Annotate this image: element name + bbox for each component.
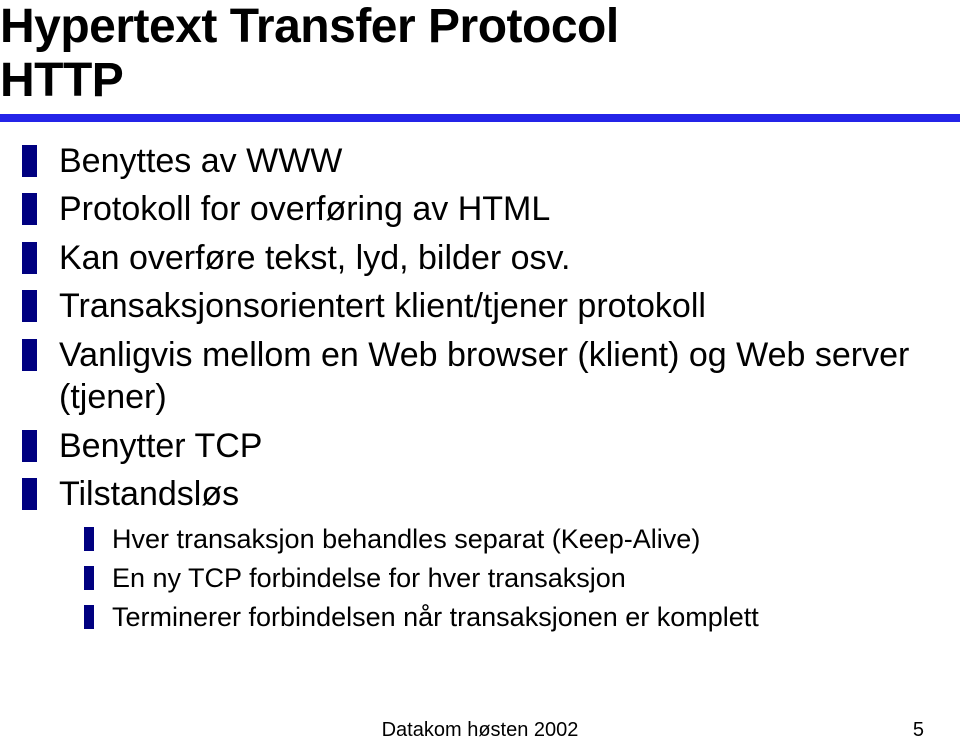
bullet-text: Benyttes av WWW (59, 140, 342, 183)
bullet-icon (22, 193, 37, 225)
bullet-text: Benytter TCP (59, 425, 262, 468)
content-area: Benyttes av WWW Protokoll for overføring… (0, 122, 960, 635)
bullet-icon (22, 430, 37, 462)
bullet-icon (84, 527, 94, 551)
bullet-item: Vanligvis mellom en Web browser (klient)… (22, 334, 948, 419)
bullet-item: Kan overføre tekst, lyd, bilder osv. (22, 237, 948, 280)
bullet-item: Transaksjonsorientert klient/tjener prot… (22, 285, 948, 328)
sub-bullet-item: Terminerer forbindelsen når transaksjone… (84, 600, 948, 635)
sub-bullet-item: Hver transaksjon behandles separat (Keep… (84, 522, 948, 557)
bullet-text: Transaksjonsorientert klient/tjener prot… (59, 285, 706, 328)
bullet-item: Benytter TCP (22, 425, 948, 468)
bullet-icon (22, 339, 37, 371)
sub-bullet-text: Terminerer forbindelsen når transaksjone… (112, 600, 759, 635)
bullet-item: Tilstandsløs (22, 473, 948, 516)
slide: Hypertext Transfer Protocol HTTP Benytte… (0, 0, 960, 748)
sub-bullet-text: Hver transaksjon behandles separat (Keep… (112, 522, 700, 557)
title-line-1: Hypertext Transfer Protocol (0, 0, 960, 54)
bullet-item: Benyttes av WWW (22, 140, 948, 183)
bullet-text: Kan overføre tekst, lyd, bilder osv. (59, 237, 570, 280)
bullet-text: Vanligvis mellom en Web browser (klient)… (59, 334, 948, 419)
sub-bullet-list: Hver transaksjon behandles separat (Keep… (22, 522, 948, 635)
bullet-icon (84, 605, 94, 629)
sub-bullet-item: En ny TCP forbindelse for hver transaksj… (84, 561, 948, 596)
page-number: 5 (913, 719, 924, 742)
bullet-text: Tilstandsløs (59, 473, 239, 516)
bullet-text: Protokoll for overføring av HTML (59, 188, 550, 231)
title-line-2: HTTP (0, 54, 960, 108)
separator-rule (0, 114, 960, 122)
bullet-item: Protokoll for overføring av HTML (22, 188, 948, 231)
sub-bullet-text: En ny TCP forbindelse for hver transaksj… (112, 561, 626, 596)
bullet-icon (84, 566, 94, 590)
bullet-icon (22, 242, 37, 274)
bullet-icon (22, 290, 37, 322)
bullet-icon (22, 145, 37, 177)
bullet-icon (22, 478, 37, 510)
footer-center: Datakom høsten 2002 (0, 719, 960, 742)
title-block: Hypertext Transfer Protocol HTTP (0, 0, 960, 122)
